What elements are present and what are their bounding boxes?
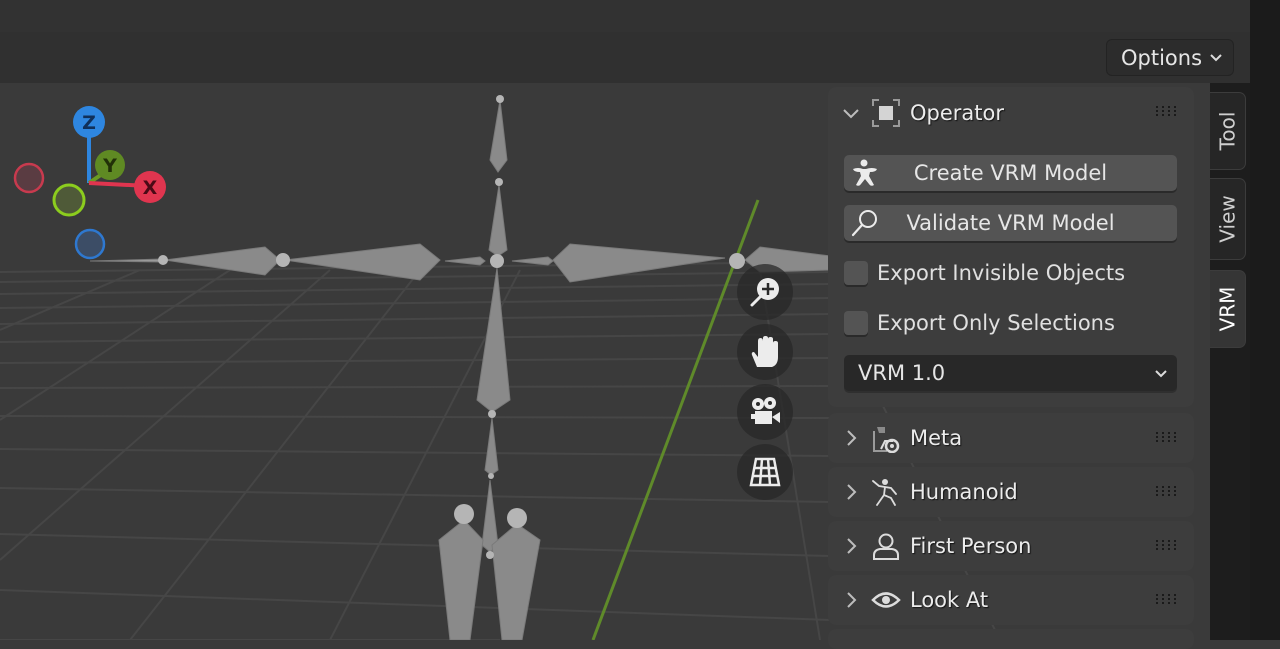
armature-figure-icon xyxy=(853,159,877,186)
tab-vrm-label: VRM xyxy=(1215,286,1240,332)
camera-icon xyxy=(751,397,780,424)
humanoid-icon xyxy=(870,476,902,508)
look-at-panel-header[interactable]: Look At xyxy=(828,575,1194,625)
drag-handle-icon[interactable] xyxy=(1156,106,1180,118)
camera-view-button[interactable] xyxy=(737,384,793,440)
first-person-panel-title: First Person xyxy=(910,534,1032,558)
hand-icon xyxy=(751,336,778,367)
export-only-selections-label: Export Only Selections xyxy=(877,311,1115,335)
neg-x-handle[interactable] xyxy=(13,162,45,194)
export-invisible-objects-label: Export Invisible Objects xyxy=(877,261,1126,285)
meta-icon xyxy=(870,422,902,454)
zoom-in-icon xyxy=(750,278,779,307)
create-vrm-model-label: Create VRM Model xyxy=(913,161,1108,185)
validate-vrm-model-label: Validate VRM Model xyxy=(906,211,1115,235)
ortho-toggle-button[interactable] xyxy=(737,444,793,500)
meta-panel-header[interactable]: Meta xyxy=(828,413,1194,463)
chevron-right-icon xyxy=(847,592,857,608)
armature xyxy=(89,99,831,640)
y-axis-label: Y xyxy=(102,155,117,177)
drag-handle-icon[interactable] xyxy=(1156,594,1180,606)
export-invisible-objects-option[interactable]: Export Invisible Objects xyxy=(844,258,1125,288)
drag-handle-icon[interactable] xyxy=(1156,432,1180,444)
vrm-version-select[interactable]: VRM 1.0 xyxy=(844,355,1177,391)
drag-handle-icon[interactable] xyxy=(1156,486,1180,498)
export-invisible-objects-checkbox[interactable] xyxy=(844,261,868,285)
meta-panel: Meta xyxy=(828,413,1194,463)
neg-z-handle[interactable] xyxy=(74,228,106,260)
tab-view-label: View xyxy=(1215,195,1240,243)
viewport-header xyxy=(0,32,1250,83)
look-at-panel: Look At xyxy=(828,575,1194,625)
x-axis-handle[interactable]: X xyxy=(134,171,166,203)
create-vrm-model-button[interactable]: Create VRM Model xyxy=(844,155,1177,191)
operator-panel-header[interactable]: Operator xyxy=(828,87,1194,139)
operator-icon xyxy=(870,97,902,129)
chevron-right-icon xyxy=(847,430,857,446)
top-bar xyxy=(0,0,1250,32)
window-edge xyxy=(1250,0,1280,640)
person-icon xyxy=(870,530,902,562)
chevron-right-icon xyxy=(847,484,857,500)
options-label: Options xyxy=(1121,45,1203,70)
tab-view[interactable]: View xyxy=(1210,178,1246,260)
tab-vrm[interactable]: VRM xyxy=(1210,270,1246,348)
chevron-down-icon xyxy=(1155,370,1167,378)
chevron-right-icon xyxy=(847,538,857,554)
next-panel-partial xyxy=(828,629,1194,649)
look-at-panel-title: Look At xyxy=(910,588,989,612)
operator-panel: Operator Create VRM Model Validate VRM M… xyxy=(828,87,1194,407)
first-person-panel-header[interactable]: First Person xyxy=(828,521,1194,571)
joints xyxy=(158,95,745,559)
grid-icon xyxy=(749,457,781,487)
chevron-down-icon xyxy=(843,109,859,119)
tab-tool[interactable]: Tool xyxy=(1210,92,1246,170)
humanoid-panel-title: Humanoid xyxy=(910,480,1018,504)
tab-tool-label: Tool xyxy=(1215,111,1240,151)
zoom-button[interactable] xyxy=(737,264,793,320)
validate-vrm-model-button[interactable]: Validate VRM Model xyxy=(844,205,1177,241)
options-dropdown[interactable]: Options xyxy=(1106,39,1234,76)
first-person-panel: First Person xyxy=(828,521,1194,571)
z-axis-handle[interactable]: Z xyxy=(73,106,105,138)
pan-button[interactable] xyxy=(737,324,793,380)
operator-panel-title: Operator xyxy=(910,101,1004,125)
y-axis-handle[interactable]: Y xyxy=(95,150,125,180)
chevron-down-icon xyxy=(1210,54,1222,62)
export-only-selections-checkbox[interactable] xyxy=(844,311,868,335)
export-only-selections-option[interactable]: Export Only Selections xyxy=(844,308,1115,338)
z-axis-label: Z xyxy=(82,112,96,134)
humanoid-panel: Humanoid xyxy=(828,467,1194,517)
drag-handle-icon[interactable] xyxy=(1156,540,1180,552)
x-axis-label: X xyxy=(143,177,158,199)
humanoid-panel-header[interactable]: Humanoid xyxy=(828,467,1194,517)
eye-icon xyxy=(870,584,902,616)
orientation-gizmo[interactable]: Z Y X xyxy=(0,95,200,275)
neg-y-handle[interactable] xyxy=(52,183,86,217)
meta-panel-title: Meta xyxy=(910,426,963,450)
search-icon xyxy=(851,210,877,237)
vrm-version-value: VRM 1.0 xyxy=(858,361,946,385)
